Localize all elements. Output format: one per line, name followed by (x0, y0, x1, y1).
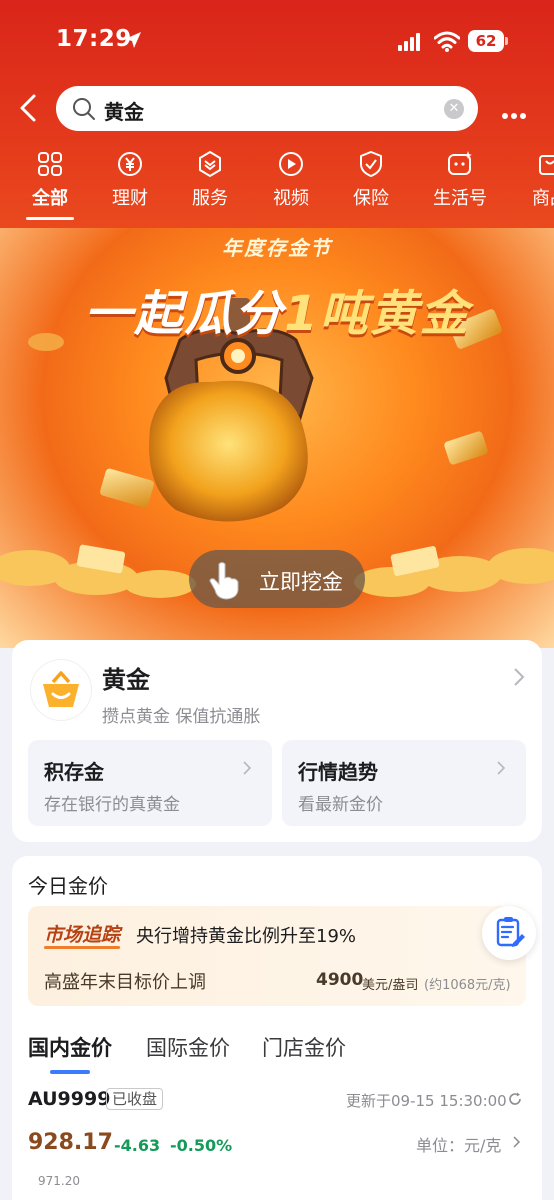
shield-icon (360, 150, 382, 178)
tile-title: 行情趋势 (298, 760, 378, 784)
tab-label: 视频 (273, 188, 309, 209)
update-time: 更新于09-15 15:30:00 (346, 1092, 507, 1110)
chevron-right-icon (497, 761, 506, 775)
notes-float-button[interactable] (482, 906, 536, 960)
gold-bag-icon (31, 660, 91, 720)
price-heading: 今日金价 (28, 874, 108, 898)
tab-label: 生活号 (433, 188, 487, 209)
battery-icon: 62 (468, 30, 508, 52)
tile-subtitle: 存在银行的真黄金 (44, 795, 180, 815)
refresh-icon[interactable] (508, 1092, 522, 1106)
more-icon[interactable] (502, 104, 530, 119)
news-subline: 高盛年末目标价上调 (44, 972, 206, 993)
gold-card-title: 黄金 (102, 666, 150, 694)
category-tabs: 全部 理财 服务 视频 保险 生活号 商品 (0, 148, 554, 228)
dig-gold-label: 立即挖金 (259, 570, 343, 594)
chevron-right-icon (243, 761, 252, 775)
tab-video[interactable]: 视频 (251, 148, 331, 210)
promo-banner[interactable]: 年度存金节 一起瓜分1吨黄金 立即挖金 (0, 228, 554, 648)
search-input[interactable]: 黄金 (104, 96, 144, 125)
wifi-icon (434, 31, 460, 52)
service-icon (199, 150, 221, 178)
tab-all[interactable]: 全部 (10, 148, 90, 220)
tab-label: 理财 (112, 188, 148, 209)
grid-icon (38, 152, 62, 176)
tab-domestic-price[interactable]: 国内金价 (28, 1032, 112, 1074)
shop-icon (539, 155, 554, 175)
tab-life-account[interactable]: 生活号 (420, 148, 500, 210)
status-time: 17:29 (56, 26, 132, 52)
yen-icon (118, 152, 142, 176)
tab-label: 全部 (32, 188, 68, 209)
search-bar[interactable]: 黄金 ✕ (56, 86, 478, 131)
pointer-hand-icon (209, 562, 239, 600)
chart-axis-top-label: 971.20 (38, 1174, 80, 1188)
document-edit-icon (496, 917, 525, 947)
quote-code: AU9999 (28, 1088, 111, 1110)
location-arrow-icon (125, 32, 141, 48)
news-headline: 央行增持黄金比例升至19% (136, 926, 357, 947)
chevron-right-icon (513, 1136, 521, 1148)
market-news-banner[interactable]: 市场追踪 央行增持黄金比例升至19% 高盛年末目标价上调 4900 美元/盎司 … (28, 906, 526, 1006)
tab-finance[interactable]: 理财 (90, 148, 170, 210)
unit-selector[interactable]: 单位：元/克 (416, 1132, 501, 1156)
accumulate-gold-tile[interactable]: 积存金 存在银行的真黄金 (28, 740, 272, 826)
tab-store-price[interactable]: 门店金价 (262, 1032, 346, 1062)
target-price-value: 4900 (316, 970, 364, 990)
dig-gold-button[interactable]: 立即挖金 (189, 550, 365, 608)
life-account-icon (448, 151, 472, 175)
play-icon (279, 152, 303, 176)
price-tabs: 国内金价 国际金价 门店金价 (28, 1032, 526, 1074)
tile-title: 积存金 (44, 760, 104, 784)
market-tracking-tag: 市场追踪 (44, 920, 121, 949)
tile-subtitle: 看最新金价 (298, 795, 383, 815)
tab-goods[interactable]: 商品 (510, 148, 554, 210)
banner-subtitle: 年度存金节 (222, 236, 332, 260)
gold-card-subtitle: 攒点黄金 保值抗通胀 (102, 707, 261, 727)
tab-label: 服务 (192, 188, 228, 209)
clear-icon[interactable]: ✕ (444, 99, 464, 119)
target-price-equivalent: (约1068元/克) (424, 978, 511, 993)
market-trend-tile[interactable]: 行情趋势 看最新金价 (282, 740, 526, 826)
gold-service-card[interactable]: 黄金 攒点黄金 保值抗通胀 积存金 存在银行的真黄金 行情趋势 看最新金价 (12, 640, 542, 842)
target-price-unit: 美元/盎司 (362, 978, 419, 993)
battery-level: 62 (468, 30, 504, 52)
price-change: -4.63 (114, 1136, 161, 1155)
chevron-right-icon (514, 668, 525, 686)
search-icon (73, 98, 95, 120)
back-icon[interactable] (16, 93, 42, 123)
tab-label: 保险 (353, 188, 389, 209)
signal-icon (398, 33, 420, 51)
price-change-percent: -0.50% (170, 1136, 233, 1155)
market-closed-badge: 已收盘 (106, 1088, 164, 1110)
tab-insurance[interactable]: 保险 (331, 148, 411, 210)
tab-service[interactable]: 服务 (170, 148, 250, 210)
tab-label: 商品 (532, 188, 554, 209)
gold-price-value: 928.17 (28, 1130, 113, 1155)
status-bar: 17:29 62 (0, 0, 554, 80)
tab-international-price[interactable]: 国际金价 (146, 1032, 230, 1062)
banner-title: 一起瓜分1吨黄金 (84, 286, 470, 342)
gold-price-card: 今日金价 市场追踪 央行增持黄金比例升至19% 高盛年末目标价上调 4900 美… (12, 856, 542, 1200)
